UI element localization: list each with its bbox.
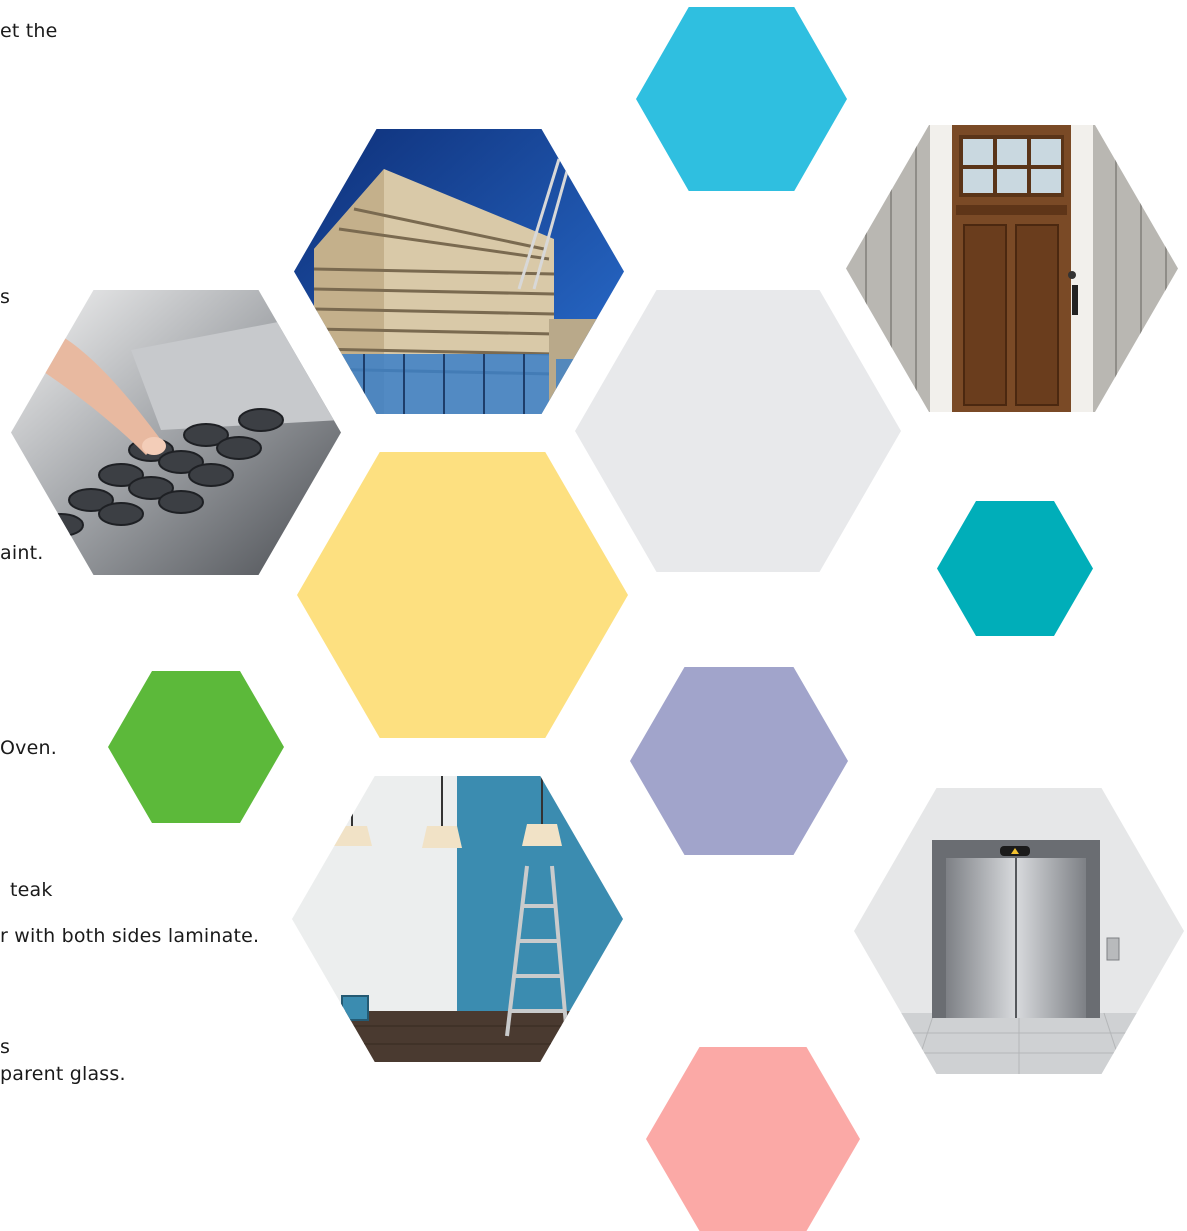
painted-room-photo [292,776,623,1062]
green-hexagon [108,671,284,823]
text-fragment-7: s [0,1036,11,1058]
text-fragment-3: aint. [0,542,44,564]
salmon-hexagon [646,1047,860,1231]
wooden-door-photo [846,125,1178,412]
text-fragment-4: Oven. [0,737,57,759]
building-construction-photo [294,129,624,414]
text-fragment-2: s [0,286,11,308]
light-gray-hexagon [575,290,901,572]
telephone-keypad-photo [11,290,341,575]
text-fragment-8: parent glass. [0,1063,126,1085]
text-fragment-6: r with both sides laminate. [0,925,260,947]
elevator-photo [854,788,1184,1074]
sky-blue-hexagon [636,7,847,191]
lavender-hexagon [630,667,848,855]
text-fragment-1: et the [0,20,58,42]
yellow-hexagon [297,452,628,738]
text-fragment-5: teak [10,879,53,901]
teal-hexagon [937,501,1093,636]
